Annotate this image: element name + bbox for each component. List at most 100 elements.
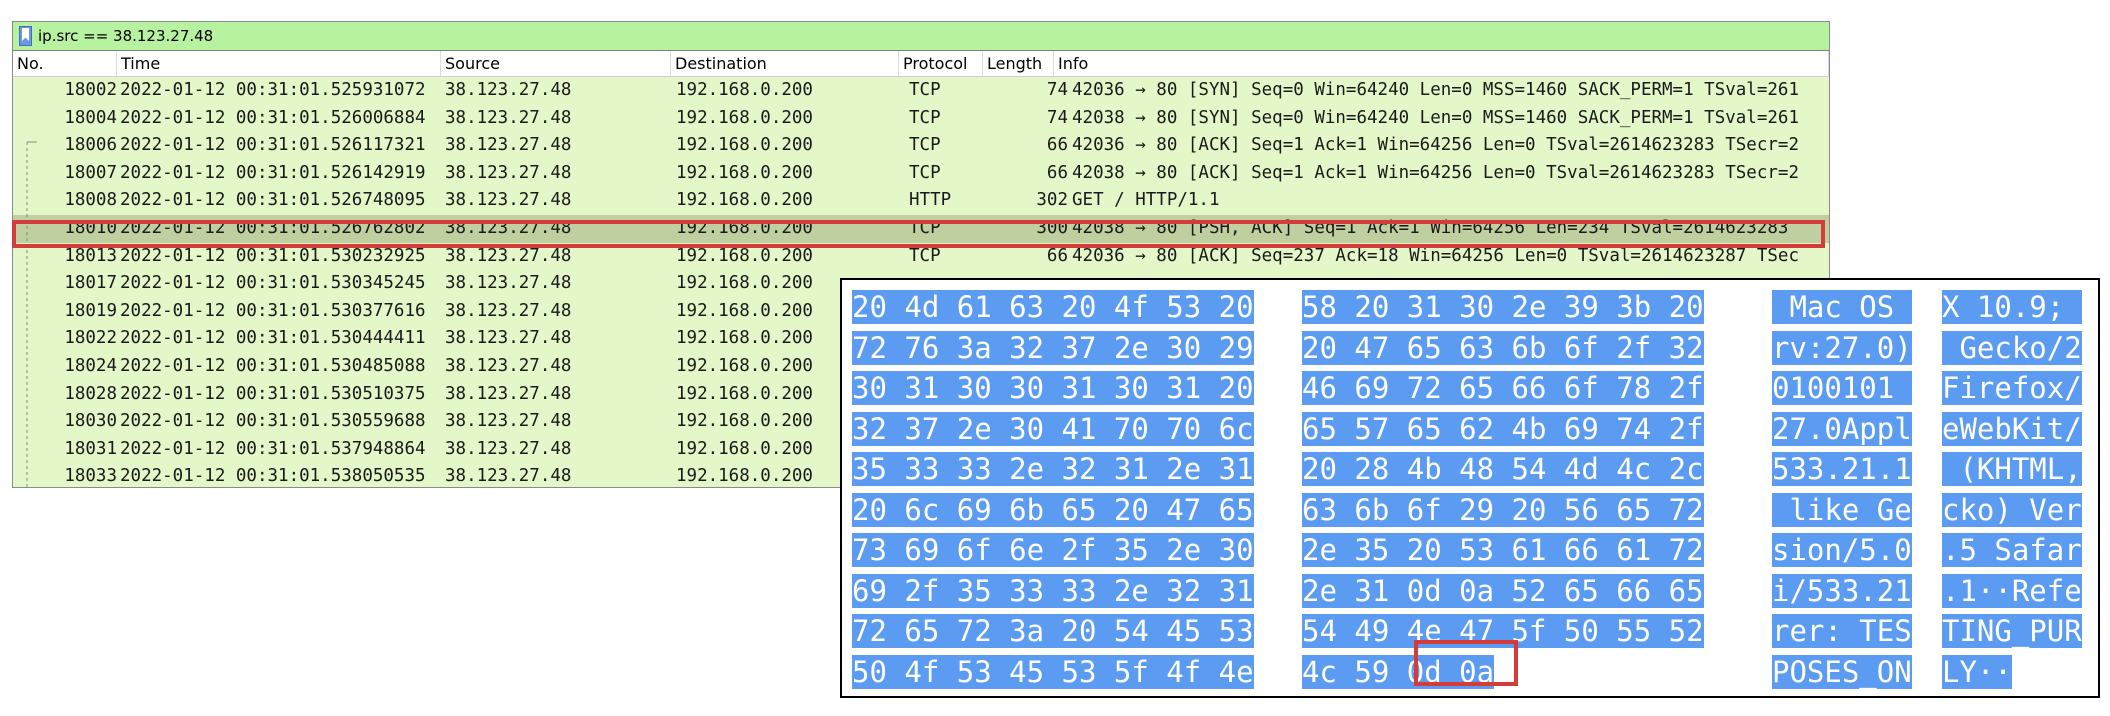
packet-protocol: TCP — [909, 162, 941, 183]
packet-time: 2022-01-12 00:31:01.530345245 — [120, 273, 426, 294]
packet-time: 2022-01-12 00:31:01.526762802 — [120, 218, 426, 238]
packet-row[interactable]: 18013 2022-01-12 00:31:01.530232925 38.123… — [13, 242, 1829, 271]
packet-time: 2022-01-12 00:31:01.530559688 — [120, 411, 426, 432]
ascii-text-left[interactable]: rer: TES — [1772, 614, 1912, 648]
packet-source: 38.123.27.48 — [445, 411, 572, 432]
packet-time: 2022-01-12 00:31:01.538050535 — [120, 466, 426, 487]
ascii-text-left[interactable]: like Ge — [1772, 492, 1912, 527]
packet-protocol: TCP — [909, 80, 941, 100]
packet-length: 66 — [1046, 245, 1068, 266]
hex-bytes-left[interactable]: 32 37 2e 30 41 70 70 6c — [852, 411, 1254, 446]
ascii-text-right[interactable]: cko) Ver — [1942, 492, 2082, 527]
packet-number: 18002 — [64, 80, 117, 100]
packet-time: 2022-01-12 00:31:01.525931072 — [120, 80, 426, 100]
ascii-text-left[interactable]: sion/5.0 — [1772, 533, 1912, 567]
packet-protocol: TCP — [909, 135, 941, 156]
ascii-text-left[interactable]: 27.0Appl — [1772, 411, 1912, 446]
hex-dump-panel: 20 4d 61 63 20 4f 53 20 58 20 31 30 2e 39… — [840, 278, 2100, 698]
ascii-text-right[interactable]: Firefox/ — [1942, 371, 2082, 405]
hex-bytes-left[interactable]: 69 2f 35 33 33 2e 32 31 — [852, 573, 1254, 608]
packet-row[interactable]: 18004 2022-01-12 00:31:01.526006884 38.123… — [13, 104, 1829, 133]
packet-source: 38.123.27.48 — [445, 245, 572, 266]
hex-bytes-right[interactable]: 20 28 4b 48 54 4d 4c 2c — [1302, 452, 1704, 486]
packet-protocol: HTTP — [909, 190, 952, 211]
ascii-text-right[interactable]: (KHTML, — [1942, 452, 2082, 486]
ascii-text-left[interactable]: POSES_ON — [1772, 654, 1912, 689]
col-time-header[interactable]: Time — [117, 51, 441, 76]
hex-bytes-right[interactable]: 2e 31 0d 0a 52 65 66 65 — [1302, 573, 1704, 608]
filter-expression[interactable]: ip.src == 38.123.27.48 — [38, 27, 213, 45]
packet-protocol: TCP — [909, 245, 941, 266]
packet-row[interactable]: 18008 2022-01-12 00:31:01.526748095 38.123… — [13, 187, 1829, 215]
packet-row[interactable]: 18010 2022-01-12 00:31:01.526762802 38.123… — [13, 215, 1829, 243]
ascii-text-right[interactable]: X 10.9; — [1942, 290, 2082, 324]
hex-bytes-left[interactable]: 72 76 3a 32 37 2e 30 29 — [852, 330, 1254, 365]
packet-destination: 192.168.0.200 — [676, 107, 813, 128]
packet-source: 38.123.27.48 — [445, 356, 572, 376]
hex-bytes-left[interactable]: 35 33 33 2e 32 31 2e 31 — [852, 452, 1254, 486]
ascii-text-right[interactable]: TING_PUR — [1942, 614, 2082, 648]
ascii-text-left[interactable]: rv:27.0) — [1772, 330, 1912, 365]
hex-bytes-right[interactable]: 54 49 4e 47 5f 50 55 52 — [1302, 614, 1704, 648]
packet-time: 2022-01-12 00:31:01.526748095 — [120, 190, 426, 211]
packet-source: 38.123.27.48 — [445, 383, 572, 404]
packet-destination: 192.168.0.200 — [676, 135, 813, 156]
hex-bytes-left[interactable]: 20 6c 69 6b 65 20 47 65 — [852, 492, 1254, 527]
hex-bytes-right[interactable]: 20 47 65 63 6b 6f 2f 32 — [1302, 330, 1704, 365]
hex-bytes-right[interactable]: 46 69 72 65 66 6f 78 2f — [1302, 371, 1704, 405]
packet-length: 66 — [1046, 135, 1068, 156]
ascii-text-left[interactable]: i/533.21 — [1772, 573, 1912, 608]
packet-length: 300 — [1036, 218, 1068, 238]
packet-time: 2022-01-12 00:31:01.530377616 — [120, 300, 426, 321]
ascii-text-left[interactable]: Mac OS — [1772, 290, 1912, 324]
ascii-text-right[interactable]: Gecko/2 — [1942, 330, 2082, 365]
hex-bytes-right[interactable]: 2e 35 20 53 61 66 61 72 — [1302, 533, 1704, 567]
ascii-text-right[interactable]: .5 Safar — [1942, 533, 2082, 567]
ascii-text-right[interactable]: .1··Refe — [1942, 573, 2082, 608]
col-destination-header[interactable]: Destination — [671, 51, 899, 76]
ascii-text-right[interactable]: eWebKit/ — [1942, 411, 2082, 446]
col-source-header[interactable]: Source — [441, 51, 671, 76]
packet-time: 2022-01-12 00:31:01.526117321 — [120, 135, 426, 156]
packet-time: 2022-01-12 00:31:01.526006884 — [120, 107, 426, 128]
packet-info: GET / HTTP/1.1 — [1072, 190, 1220, 211]
hex-bytes-left[interactable]: 20 4d 61 63 20 4f 53 20 — [852, 290, 1254, 324]
display-filter-bar[interactable]: ip.src == 38.123.27.48 — [13, 22, 1829, 51]
col-info-header[interactable]: Info — [1054, 51, 1829, 76]
col-no-header[interactable]: No. — [13, 51, 117, 76]
packet-destination: 192.168.0.200 — [676, 245, 813, 266]
col-protocol-header[interactable]: Protocol — [899, 51, 983, 76]
packet-info: 42036 → 80 [SYN] Seq=0 Win=64240 Len=0 M… — [1072, 80, 1799, 100]
ascii-text-right[interactable]: LY·· — [1942, 654, 2012, 689]
hex-bytes-left[interactable]: 72 65 72 3a 20 54 45 53 — [852, 614, 1254, 648]
packet-info: 42036 → 80 [ACK] Seq=237 Ack=18 Win=6425… — [1072, 245, 1799, 266]
hex-bytes-right[interactable]: 4c 59 0d 0a — [1302, 654, 1495, 689]
hex-bytes-right[interactable]: 58 20 31 30 2e 39 3b 20 — [1302, 290, 1704, 324]
ascii-text-left[interactable]: 0100101 — [1772, 371, 1912, 405]
packet-length: 74 — [1046, 80, 1068, 100]
col-length-header[interactable]: Length — [983, 51, 1054, 76]
hex-bytes-right[interactable]: 63 6b 6f 29 20 56 65 72 — [1302, 492, 1704, 527]
ascii-text-left[interactable]: 533.21.1 — [1772, 452, 1912, 486]
packet-row[interactable]: 18002 2022-01-12 00:31:01.525931072 38.123… — [13, 77, 1829, 105]
hex-bytes-left[interactable]: 50 4f 53 45 53 5f 4f 4e — [852, 654, 1254, 689]
packet-time: 2022-01-12 00:31:01.537948864 — [120, 438, 426, 459]
packet-source: 38.123.27.48 — [445, 107, 572, 128]
packet-source: 38.123.27.48 — [445, 162, 572, 183]
packet-protocol: TCP — [909, 218, 941, 238]
column-header: No. Time Source Destination Protocol Length In… — [13, 51, 1829, 77]
packet-time: 2022-01-12 00:31:01.526142919 — [120, 162, 426, 183]
packet-row[interactable]: 18007 2022-01-12 00:31:01.526142919 38.123… — [13, 159, 1829, 188]
bookmark-icon[interactable] — [19, 26, 32, 46]
packet-info: 42038 → 80 [SYN] Seq=0 Win=64240 Len=0 M… — [1072, 107, 1799, 128]
packet-source: 38.123.27.48 — [445, 273, 572, 294]
packet-row[interactable]: 18006 2022-01-12 00:31:01.526117321 38.123… — [13, 132, 1829, 160]
packet-destination: 192.168.0.200 — [676, 218, 813, 238]
packet-source: 38.123.27.48 — [445, 80, 572, 100]
packet-source: 38.123.27.48 — [445, 300, 572, 321]
packet-info: 42036 → 80 [ACK] Seq=1 Ack=1 Win=64256 L… — [1072, 135, 1799, 156]
hex-bytes-left[interactable]: 30 31 30 30 31 30 31 20 — [852, 371, 1254, 405]
hex-bytes-left[interactable]: 73 69 6f 6e 2f 35 2e 30 — [852, 533, 1254, 567]
conversation-bracket-icon — [26, 141, 37, 487]
hex-bytes-right[interactable]: 65 57 65 62 4b 69 74 2f — [1302, 411, 1704, 446]
